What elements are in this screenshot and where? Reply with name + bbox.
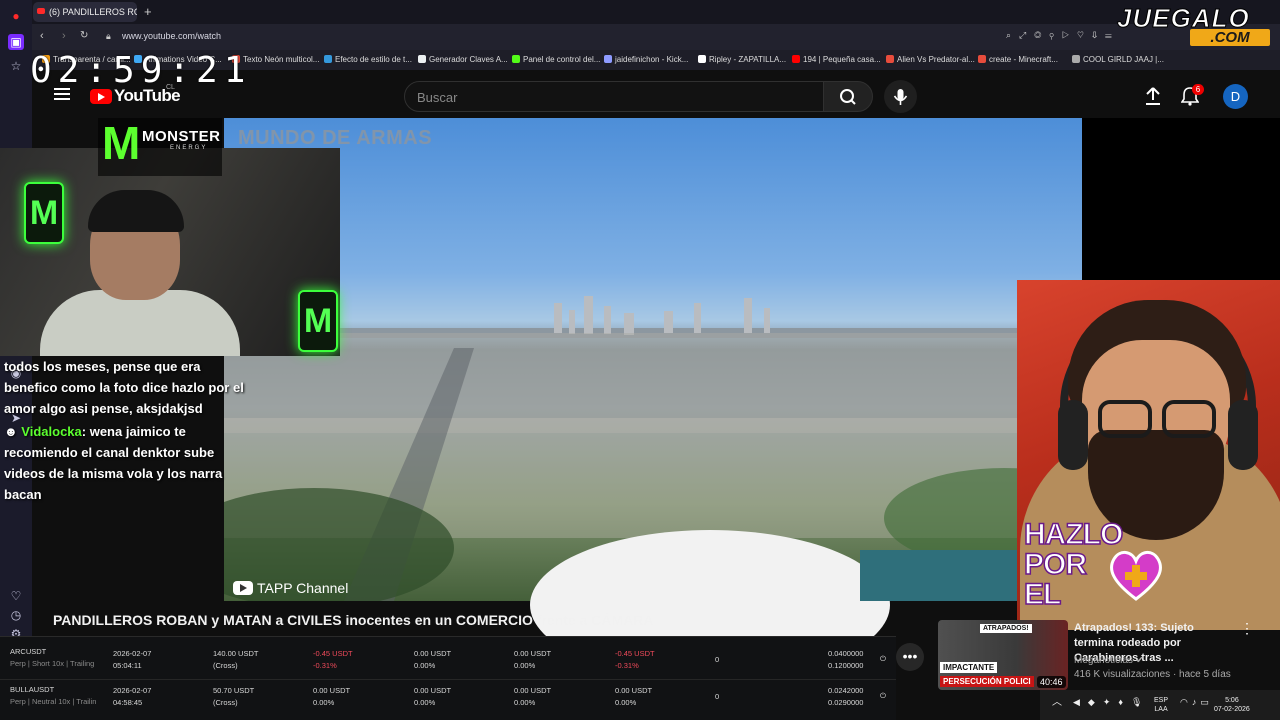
youtube-logo-icon[interactable] [90,89,112,104]
row-divider [0,679,896,680]
thumbnail-banner: IMPACTANTE [940,662,998,673]
back-icon[interactable]: ‹ [40,30,44,42]
position-col4: 0.00 USDT 0.00% [414,649,452,670]
video-title: PANDILLEROS ROBAN y MATAN a CIVILES inoc… [53,612,654,628]
position-margin: 140.00 USDT (Cross) [213,649,259,670]
address-bar-tools-icon[interactable]: ⌕⤢◎⚲▷♡⇩☰ [1006,30,1120,41]
avatar-headphone [1058,400,1088,470]
language-indicator[interactable]: ESP LAA [1154,696,1168,714]
monster-can-icon: M [24,182,64,244]
video-channel-tag: TAPP Channel [257,580,349,596]
bookmark-item[interactable]: Ripley - ZAPATILLA... [698,55,786,64]
video-player[interactable] [224,118,1082,601]
reload-icon[interactable]: ↻ [80,30,88,41]
position-col6: 0.00 USDT 0.00% [615,686,653,707]
upload-icon [1146,87,1160,105]
opera-logo-icon[interactable]: ● [8,8,24,24]
position-prices: 0.0242000 0.0290000 [828,686,864,707]
thumbnail-banner: PERSECUCIÓN POLICI [940,676,1034,687]
network-volume-icons[interactable]: ◠♪▭ [1180,698,1213,707]
bookmark-item[interactable]: Generador Claves A... [418,55,508,64]
watermark-domain: .COM [1190,29,1270,46]
video-duration: 40:46 [1037,676,1066,688]
chat-message: ☻ Vidalocka: wena jaimico te recomiendo … [4,421,234,505]
browser-tab[interactable]: (6) PANDILLEROS ROB [33,2,137,22]
tray-chevron-icon[interactable]: ︿ [1052,698,1062,708]
bookmark-item[interactable]: Alien Vs Predator-al... [886,55,975,64]
pinboard-icon[interactable]: ☆ [8,58,24,74]
aria-icon[interactable]: ▣ [8,34,24,50]
tapp-logo-icon [233,581,253,595]
chat-username: Vidalocka [21,424,82,439]
city-aerial-scene [224,296,1082,601]
position-count: 0 [715,655,720,664]
heart-icon [1110,551,1162,601]
tab-bar [32,0,1280,24]
position-pnl: -0.45 USDT -0.31% [313,649,353,670]
system-clock[interactable]: 5:06 07-02-2026 [1214,696,1250,714]
bookmark-item[interactable]: create - Minecraft... [978,55,1058,64]
heart-icon[interactable]: ♡ [8,588,24,604]
monster-claw-icon: M [102,117,141,169]
tray-app-icons[interactable]: ◀◆✦♦🎙︎ [1073,698,1150,707]
close-position-icon[interactable]: ⏻ [880,690,886,702]
recommended-meta: 416 K visualizaciones · hace 5 días [1074,669,1231,680]
forward-icon[interactable]: › [62,30,66,42]
chat-user-icon: ☻ [4,424,22,439]
position-col5: 0.00 USDT 0.00% [514,686,552,707]
position-symbol: ARCUSDT Perp | Short 10x | Trailing [10,647,95,668]
mic-icon [893,89,908,105]
search-icon [840,89,856,105]
video-overlay-text: MUNDO DE ARMAS [238,127,433,149]
position-opened: 2026-02-07 05:04:11 [113,649,152,670]
history-icon[interactable]: ◷ [8,607,24,623]
position-margin: 50.70 USDT (Cross) [213,686,255,707]
upload-button[interactable] [1144,86,1162,111]
position-prices: 0.0400000 0.1200000 [828,649,864,670]
monster-sub-text: ENERGY [170,145,208,151]
youtube-favicon-icon [37,8,45,14]
bookmark-item[interactable]: 194 | Pequeña casa... [792,55,881,64]
url-field[interactable]: www.youtube.com/watch [122,31,221,41]
position-opened: 2026-02-07 04:58:45 [113,686,152,707]
more-actions-button[interactable]: ••• [896,643,924,671]
position-col4: 0.00 USDT 0.00% [414,686,452,707]
lock-icon: 🔒︎ [106,31,111,41]
position-pnl: 0.00 USDT 0.00% [313,686,351,707]
verified-icon: ✔ [1135,655,1145,666]
position-count: 0 [715,692,720,701]
bookmark-item[interactable]: jaidefinichon - Kick... [604,55,688,64]
search-input[interactable]: Buscar [404,81,824,112]
avatar-headphone [1228,400,1258,470]
voice-search-button[interactable] [884,80,917,113]
notification-count-badge: 6 [1192,84,1204,95]
bookmark-item[interactable]: COOL GIRLD JAAJ |... [1072,55,1164,64]
avatar-glasses [1098,400,1152,438]
new-tab-icon[interactable]: + [144,4,152,19]
position-col6: -0.45 USDT -0.31% [615,649,655,670]
monster-brand-text: MONSTER [142,128,221,145]
position-symbol: BULLAUSDT Perp | Neutral 10x | Trailin [10,685,97,706]
chat-message: todos los meses, pense que era benefico … [4,359,244,416]
close-position-icon[interactable]: ⏻ [880,653,886,665]
position-col5: 0.00 USDT 0.00% [514,649,552,670]
thumbnail-badge: ATRAPADOS! [980,624,1032,633]
search-button[interactable] [823,81,873,112]
bookmark-item[interactable]: Efecto de estilo de t... [324,55,412,64]
bookmark-item[interactable]: Panel de control del... [512,55,600,64]
account-avatar[interactable]: D [1223,84,1248,109]
stream-clock: 02:59:21 [30,50,252,91]
recommended-channel[interactable]: Meganoticias ✔ [1074,655,1144,666]
monster-can-icon: M [298,290,338,352]
avatar-glasses [1162,400,1216,438]
kebab-menu-icon[interactable]: ⋮ [1240,620,1254,637]
video-letterbox [1082,118,1280,280]
